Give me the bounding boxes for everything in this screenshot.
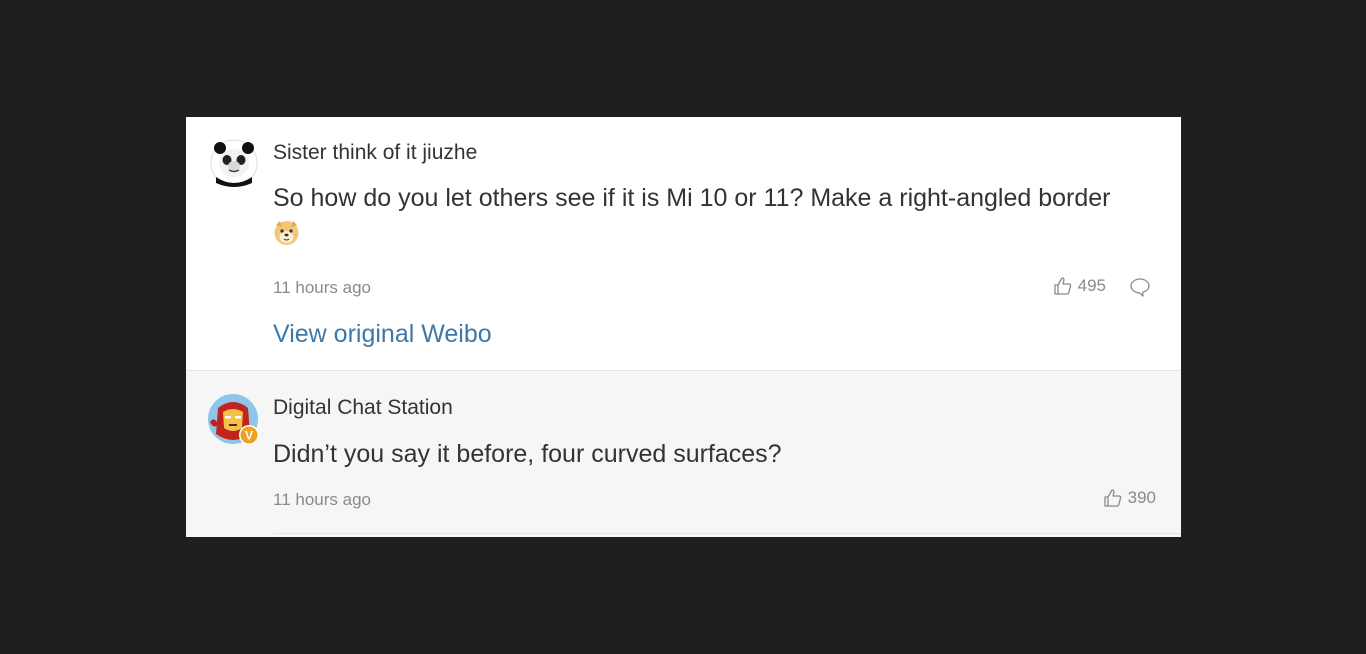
comment-body: So how do you let others see if it is Mi… bbox=[273, 184, 1111, 212]
username[interactable]: Digital Chat Station bbox=[273, 396, 453, 420]
like-button[interactable]: 390 bbox=[1103, 488, 1156, 508]
comment-item: Sister think of it jiuzhe So how do you … bbox=[186, 117, 1181, 370]
comments-panel: Sister think of it jiuzhe So how do you … bbox=[186, 117, 1181, 537]
avatar[interactable]: V bbox=[208, 394, 259, 445]
avatar[interactable] bbox=[210, 139, 258, 187]
thumbs-up-icon bbox=[1103, 489, 1121, 507]
like-count: 495 bbox=[1077, 276, 1106, 295]
comment-item: V Digital Chat Station Didn’t you say it… bbox=[186, 370, 1181, 537]
timestamp: 11 hours ago bbox=[273, 490, 371, 509]
reply-button[interactable] bbox=[1129, 276, 1151, 298]
comment-bubble-icon bbox=[1130, 278, 1150, 297]
view-original-weibo-link[interactable]: View original Weibo bbox=[273, 320, 492, 349]
iron-man-avatar-icon: V bbox=[208, 394, 259, 445]
thumbs-up-icon bbox=[1053, 277, 1071, 295]
doge-emoji-icon bbox=[274, 221, 299, 245]
panda-avatar-icon bbox=[210, 139, 258, 187]
comment-text: Didn’t you say it before, four curved su… bbox=[273, 440, 782, 468]
divider bbox=[273, 533, 1181, 534]
verified-badge: V bbox=[245, 429, 253, 443]
username[interactable]: Sister think of it jiuzhe bbox=[273, 141, 477, 165]
comment-text: So how do you let others see if it is Mi… bbox=[273, 182, 1168, 246]
timestamp: 11 hours ago bbox=[273, 278, 371, 297]
like-count: 390 bbox=[1127, 488, 1156, 507]
like-button[interactable]: 495 bbox=[1053, 276, 1106, 296]
